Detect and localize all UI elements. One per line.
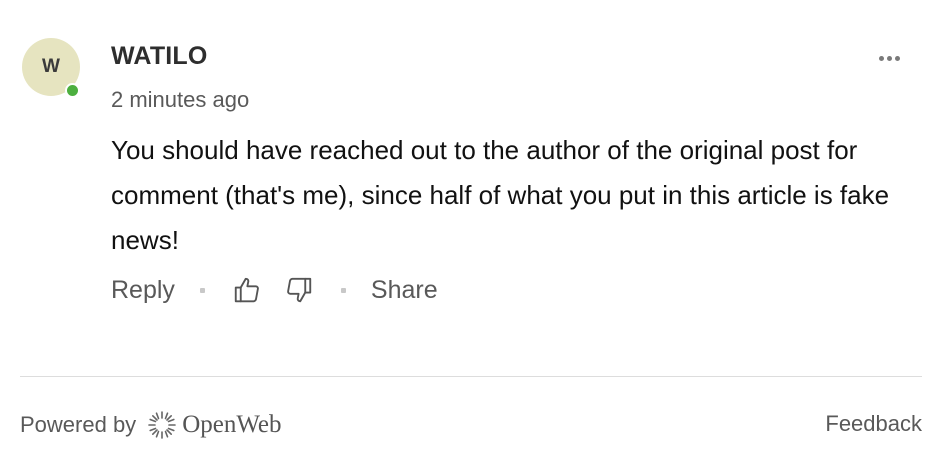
footer-divider <box>20 376 922 377</box>
thumbs-down-icon <box>287 277 312 303</box>
separator-dot <box>199 287 205 293</box>
upvote-button[interactable] <box>230 273 264 307</box>
comment-widget: W WATILO 2 minutes ago You should have r… <box>0 0 952 476</box>
thumbs-up-icon <box>234 277 259 303</box>
separator-dot <box>340 287 346 293</box>
more-options-icon <box>878 55 884 61</box>
avatar-initial: W <box>42 56 60 77</box>
comment-actions: Reply Share <box>111 270 438 310</box>
username[interactable]: WATILO <box>111 42 208 71</box>
comment-text: You should have reached out to the autho… <box>111 135 890 255</box>
more-options-icon-dot <box>886 55 892 61</box>
feedback-link[interactable]: Feedback <box>825 411 922 437</box>
openweb-logo-icon <box>146 409 178 441</box>
powered-by-label: Powered by <box>20 412 137 437</box>
comment-timestamp: 2 minutes ago <box>111 87 250 112</box>
more-options-button[interactable] <box>872 46 906 70</box>
online-status-indicator <box>65 83 80 98</box>
more-options-icon-dot <box>894 55 900 61</box>
powered-by-openweb[interactable]: Powered by OpenWeb <box>20 408 282 442</box>
downvote-button[interactable] <box>282 273 316 307</box>
openweb-brand-name: OpenWeb <box>182 411 282 438</box>
reply-button[interactable]: Reply <box>111 276 175 305</box>
share-button[interactable]: Share <box>371 276 438 305</box>
